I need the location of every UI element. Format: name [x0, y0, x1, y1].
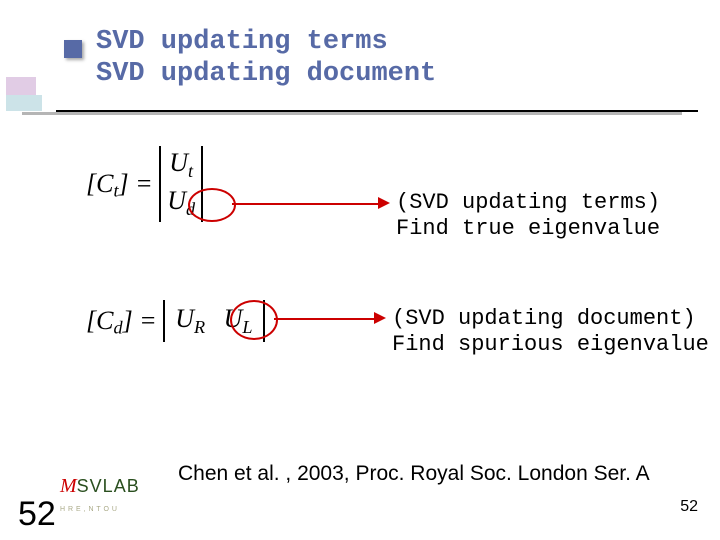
page-number-big: 52	[18, 495, 56, 534]
decor-2	[6, 95, 42, 111]
slide-title: SVD updating terms SVD updating document	[96, 26, 656, 90]
annotation-2: (SVD updating document) Find spurious ei…	[392, 306, 709, 358]
arrow-line-2	[274, 318, 376, 320]
arrow-line-1	[232, 203, 380, 205]
title-line-2: SVD updating document	[96, 59, 436, 89]
ann2-line1: (SVD updating document)	[392, 306, 696, 331]
citation: Chen et al. , 2003, Proc. Royal Soc. Lon…	[178, 462, 650, 486]
title-rule-grey	[22, 112, 682, 115]
title-bullet-icon	[64, 40, 82, 58]
equation-1: [Ct] = Ut Ud	[86, 146, 203, 222]
arrow-head-icon-1	[378, 197, 390, 209]
annotation-1: (SVD updating terms) Find true eigenvalu…	[396, 190, 660, 242]
decor-1	[6, 77, 36, 95]
ann1-line2: Find true eigenvalue	[396, 216, 660, 241]
page-number-small: 52	[680, 498, 698, 516]
title-line-1: SVD updating terms	[96, 27, 388, 57]
circle-icon-1	[188, 188, 236, 222]
ann1-line1: (SVD updating terms)	[396, 190, 660, 215]
arrow-head-icon-2	[374, 312, 386, 324]
circle-icon-2	[230, 300, 278, 340]
ann2-line2: Find spurious eigenvalue	[392, 332, 709, 357]
lab-logo: MSVLAB H R E , N T O U	[60, 475, 140, 516]
